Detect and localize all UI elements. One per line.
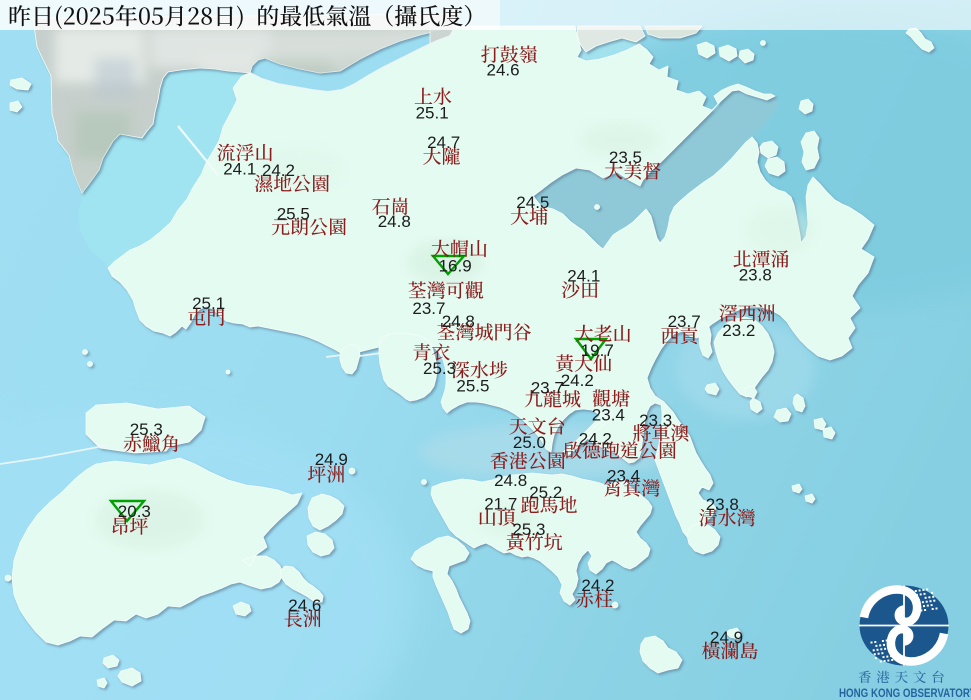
svg-text:25.1: 25.1 [192, 294, 225, 313]
svg-text:23.7: 23.7 [531, 379, 564, 398]
svg-text:24.8: 24.8 [494, 471, 527, 490]
svg-text:25.3: 25.3 [512, 520, 545, 539]
svg-text:25.0: 25.0 [513, 433, 546, 452]
svg-text:23.3: 23.3 [639, 411, 672, 430]
svg-text:25.1: 25.1 [416, 104, 449, 123]
svg-text:25.3: 25.3 [423, 359, 456, 378]
svg-text:24.6: 24.6 [288, 596, 321, 615]
svg-text:23.2: 23.2 [722, 321, 755, 340]
svg-text:25.3: 25.3 [130, 420, 163, 439]
svg-text:24.2: 24.2 [262, 161, 295, 180]
svg-text:23.7: 23.7 [412, 299, 445, 318]
svg-text:20.3: 20.3 [118, 502, 151, 521]
svg-text:25.5: 25.5 [456, 377, 489, 396]
svg-text:24.2: 24.2 [561, 371, 594, 390]
svg-text:23.8: 23.8 [706, 495, 739, 514]
svg-text:25.5: 25.5 [277, 204, 310, 223]
svg-text:HONG KONG OBSERVATORY: HONG KONG OBSERVATORY [839, 687, 971, 700]
svg-text:23.4: 23.4 [607, 467, 640, 486]
svg-text:24.2: 24.2 [579, 430, 612, 449]
svg-text:21.7: 21.7 [484, 494, 517, 513]
svg-text:25.2: 25.2 [529, 483, 562, 502]
svg-text:23.5: 23.5 [609, 148, 642, 167]
svg-text:23.4: 23.4 [592, 406, 625, 425]
svg-text:24.1: 24.1 [223, 160, 256, 179]
svg-text:24.7: 24.7 [427, 133, 460, 152]
svg-text:24.8: 24.8 [442, 312, 475, 331]
svg-text:16.9: 16.9 [439, 257, 472, 276]
svg-text:24.1: 24.1 [567, 266, 600, 285]
svg-text:23.8: 23.8 [739, 265, 772, 284]
svg-text:24.6: 24.6 [487, 60, 520, 79]
svg-text:24.5: 24.5 [516, 193, 549, 212]
svg-text:24.2: 24.2 [581, 576, 614, 595]
svg-text:24.8: 24.8 [378, 212, 411, 231]
svg-text:23.7: 23.7 [668, 312, 701, 331]
svg-text:24.9: 24.9 [710, 628, 743, 647]
svg-text:19.7: 19.7 [581, 341, 614, 360]
svg-text:24.9: 24.9 [315, 450, 348, 469]
